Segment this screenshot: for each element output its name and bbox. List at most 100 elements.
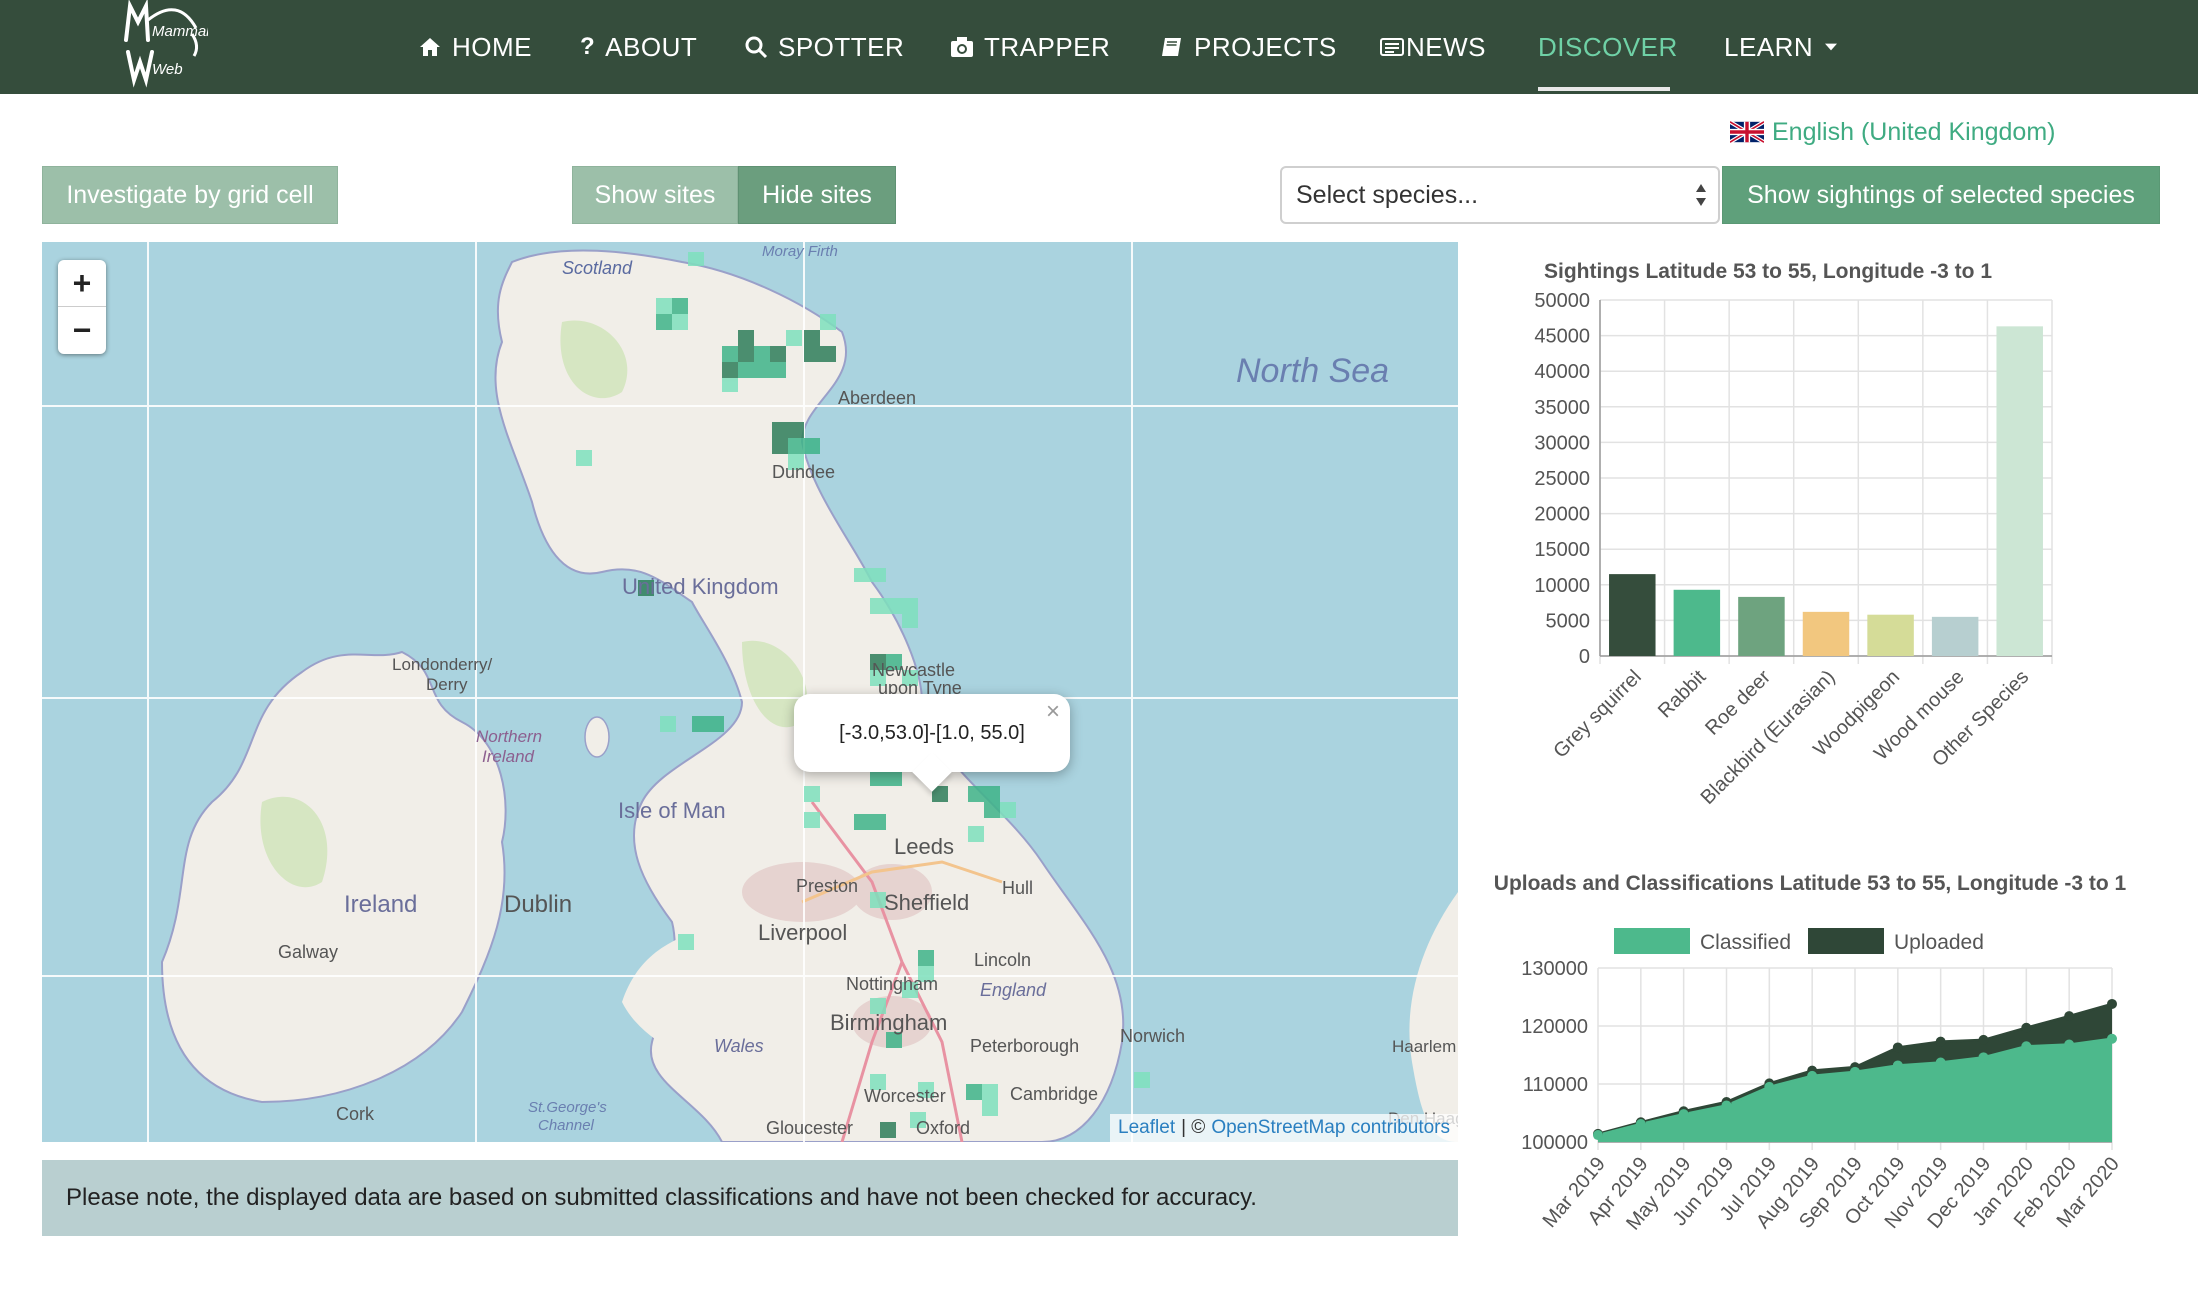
label-isle-of-man: Isle of Man — [618, 798, 726, 823]
camera-icon — [951, 37, 973, 57]
label-londonderry: Londonderry/ — [392, 655, 492, 674]
bar-y-tick-label: 20000 — [1534, 504, 1590, 526]
nav-news-label: NEWS — [1406, 31, 1486, 62]
show-sightings-button[interactable]: Show sightings of selected species — [1722, 166, 2160, 224]
bar-roe-deer[interactable] — [1738, 596, 1785, 656]
bar-wood-mouse[interactable] — [1931, 616, 1979, 656]
point-classified[interactable] — [1850, 1066, 1860, 1077]
label-birmingham: Birmingham — [830, 1010, 947, 1035]
hide-sites-button[interactable]: Hide sites — [738, 166, 896, 224]
label-dundee: Dundee — [772, 462, 835, 482]
map-tiles: North Sea Scotland Moray Firth Aberdeen … — [42, 242, 1458, 1142]
bar-rabbit[interactable] — [1673, 589, 1721, 656]
point-classified[interactable] — [1892, 1060, 1903, 1071]
point-uploaded[interactable] — [2107, 998, 2117, 1009]
uploads-area-chart: Uploads and Classifications Latitude 53 … — [1494, 872, 2127, 1235]
zoom-out-button[interactable]: − — [58, 307, 106, 354]
language-selector[interactable]: English (United Kingdom) — [1730, 114, 2055, 150]
leaflet-link[interactable]: Leaflet — [1118, 1117, 1175, 1139]
nav-learn-label: LEARN — [1724, 31, 1814, 62]
area-chart-title: Uploads and Classifications Latitude 53 … — [1494, 872, 2127, 895]
bar-other-species[interactable] — [1996, 326, 2043, 656]
nav-projects-label: PROJECTS — [1194, 31, 1337, 62]
point-uploaded[interactable] — [2064, 1011, 2075, 1022]
species-select[interactable]: Select species... — [1280, 166, 1720, 224]
label-norwich: Norwich — [1120, 1026, 1185, 1046]
map-view[interactable]: North Sea Scotland Moray Firth Aberdeen … — [42, 242, 1458, 1142]
label-england: England — [980, 980, 1047, 1000]
point-classified[interactable] — [2107, 1033, 2117, 1044]
point-classified[interactable] — [1935, 1057, 1946, 1068]
nav-spotter[interactable]: SPOTTER — [744, 22, 904, 72]
nav-home-label: HOME — [452, 31, 532, 62]
point-uploaded[interactable] — [1978, 1034, 1989, 1045]
bar-y-tick-label: 10000 — [1534, 575, 1590, 597]
label-peterborough: Peterborough — [970, 1036, 1079, 1056]
bar-grey-squirrel[interactable] — [1609, 574, 1656, 656]
bar-y-tick-label: 15000 — [1534, 539, 1590, 561]
nav-home[interactable]: HOME — [418, 22, 532, 72]
label-oxford: Oxford — [916, 1118, 970, 1138]
logo-text-mammal: Mammal — [152, 23, 208, 40]
point-classified[interactable] — [1721, 1100, 1732, 1111]
point-uploaded[interactable] — [1892, 1042, 1903, 1053]
nav-discover[interactable]: DISCOVER — [1538, 22, 1678, 72]
nav-learn[interactable]: LEARN — [1724, 22, 1839, 72]
bar-y-tick-label: 50000 — [1534, 290, 1590, 312]
language-label: English (United Kingdom) — [1772, 117, 2056, 146]
accuracy-note: Please note, the displayed data are base… — [42, 1160, 1458, 1236]
point-classified[interactable] — [1978, 1052, 1989, 1063]
zoom-in-button[interactable]: + — [58, 260, 106, 307]
bar-y-tick-label: 5000 — [1546, 610, 1591, 632]
point-classified[interactable] — [2064, 1039, 2075, 1050]
label-hull: Hull — [1002, 878, 1033, 898]
bar-y-tick-label: 25000 — [1534, 468, 1590, 490]
nav-trapper-label: TRAPPER — [984, 31, 1111, 62]
show-sites-button[interactable]: Show sites — [572, 166, 738, 224]
label-sheffield: Sheffield — [884, 890, 969, 915]
bar-y-tick-label: 30000 — [1534, 432, 1590, 454]
zoom-control: + − — [58, 260, 106, 354]
nav-about[interactable]: ? ABOUT — [580, 22, 697, 72]
sightings-bar-chart: Sightings Latitude 53 to 55, Longitude -… — [1534, 260, 2053, 809]
nav-about-label: ABOUT — [605, 31, 698, 62]
label-galway: Galway — [278, 942, 338, 962]
label-st-georges: St.George's — [528, 1099, 607, 1116]
area-y-tick-label: 100000 — [1521, 1132, 1588, 1154]
nav-trapper[interactable]: TRAPPER — [950, 22, 1110, 72]
point-classified[interactable] — [1635, 1119, 1646, 1130]
caret-down-icon — [1825, 43, 1838, 51]
nav-projects[interactable]: PROJECTS — [1160, 22, 1337, 72]
label-cambridge: Cambridge — [1010, 1084, 1098, 1104]
label-haarlem: Haarlem — [1392, 1037, 1456, 1056]
point-uploaded[interactable] — [2021, 1022, 2032, 1033]
bar-blackbird-eurasian-[interactable] — [1802, 611, 1850, 656]
grid-cell-popup: [-3.0,53.0]-[1.0, 55.0] × — [794, 694, 1070, 792]
point-classified[interactable] — [1807, 1070, 1818, 1081]
osm-link[interactable]: OpenStreetMap contributors — [1211, 1117, 1450, 1139]
legend-uploaded-label: Uploaded — [1894, 931, 1984, 954]
point-classified[interactable] — [1678, 1109, 1689, 1120]
label-ireland-ni: Ireland — [482, 747, 535, 766]
nav-discover-label: DISCOVER — [1538, 31, 1678, 62]
attribution-separator: | © — [1181, 1117, 1206, 1138]
legend-uploaded-swatch — [1808, 928, 1884, 954]
investigate-grid-cell-button[interactable]: Investigate by grid cell — [42, 166, 338, 224]
nav-spotter-label: SPOTTER — [778, 31, 905, 62]
popup-close-icon[interactable]: × — [1046, 698, 1060, 726]
home-icon — [420, 38, 440, 56]
label-leeds: Leeds — [894, 834, 954, 859]
label-preston: Preston — [796, 876, 858, 896]
bar-woodpigeon[interactable] — [1867, 614, 1914, 656]
point-uploaded[interactable] — [1935, 1036, 1946, 1047]
point-classified[interactable] — [1593, 1130, 1603, 1141]
search-icon — [745, 36, 768, 59]
label-liverpool: Liverpool — [758, 920, 847, 945]
nav-news[interactable]: NEWS — [1380, 22, 1486, 72]
point-classified[interactable] — [1764, 1081, 1775, 1092]
label-scotland: Scotland — [562, 258, 633, 278]
mammalweb-logo[interactable]: Mammal Web — [118, 0, 208, 90]
label-dublin: Dublin — [504, 891, 572, 918]
point-classified[interactable] — [2021, 1041, 2032, 1052]
label-derry: Derry — [426, 675, 468, 694]
